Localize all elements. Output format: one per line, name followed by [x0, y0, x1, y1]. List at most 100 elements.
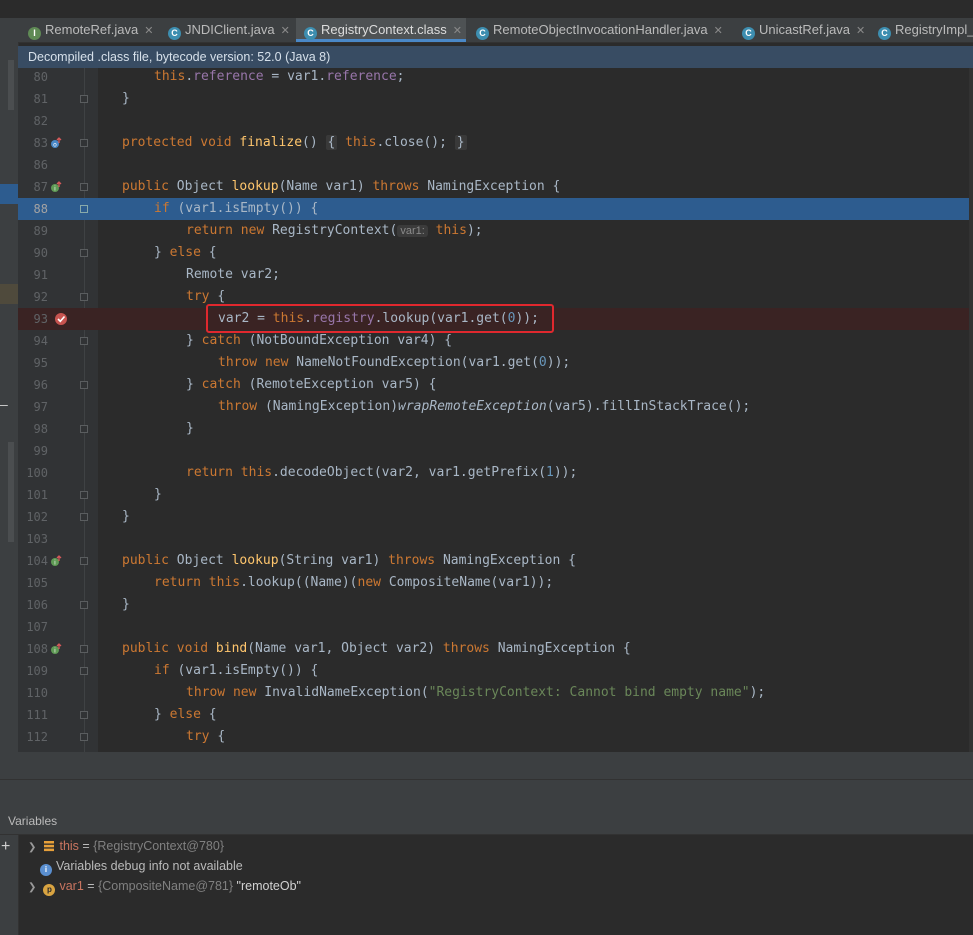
- line-number: 87: [33, 180, 48, 194]
- fold-icon[interactable]: [80, 139, 88, 147]
- parameter-hint: var1:: [397, 225, 428, 237]
- code-line[interactable]: 96 } catch (RemoteException var5) {: [18, 374, 973, 396]
- code-line[interactable]: 108 i public void bind(Name var1, Object…: [18, 638, 973, 660]
- fold-icon[interactable]: [80, 601, 88, 609]
- folded-region[interactable]: }: [454, 135, 467, 150]
- code-line[interactable]: 110 throw new InvalidNameException("Regi…: [18, 682, 973, 704]
- close-icon[interactable]: ✕: [453, 25, 462, 37]
- code-line[interactable]: 107: [18, 616, 973, 638]
- line-number: 86: [33, 158, 48, 172]
- code-token: InvalidNameException(: [264, 685, 429, 700]
- code-line[interactable]: 112 try {: [18, 726, 973, 748]
- tab-remoteref[interactable]: I RemoteRef.java ✕: [20, 18, 160, 42]
- code-token: Remote var2;: [186, 267, 280, 282]
- fold-icon[interactable]: [80, 711, 88, 719]
- expand-arrow-icon[interactable]: ❯: [28, 838, 40, 858]
- class-icon: C: [168, 27, 181, 40]
- code-token: new: [357, 575, 389, 590]
- fold-icon[interactable]: [80, 645, 88, 653]
- fold-icon[interactable]: [80, 249, 88, 257]
- fold-icon[interactable]: [80, 337, 88, 345]
- code-line[interactable]: 95 throw new NameNotFoundException(var1.…: [18, 352, 973, 374]
- code-token: public: [122, 553, 177, 568]
- line-number: 97: [33, 400, 48, 414]
- fold-icon[interactable]: [80, 667, 88, 675]
- close-icon[interactable]: ✕: [714, 25, 723, 37]
- line-number: 80: [33, 70, 48, 84]
- code-line[interactable]: 80 this.reference = var1.reference;: [18, 68, 973, 88]
- fold-icon[interactable]: [80, 205, 88, 213]
- code-token: else: [169, 245, 209, 260]
- code-line[interactable]: 83 o protected void finalize() { this.cl…: [18, 132, 973, 154]
- code-token: = var1.: [263, 69, 327, 84]
- expand-arrow-icon[interactable]: ❯: [28, 878, 40, 898]
- variables-header: Variables: [0, 806, 973, 835]
- collapse-icon[interactable]: –: [0, 396, 8, 412]
- tab-registrycontext[interactable]: C RegistryContext.class ✕: [296, 18, 466, 42]
- fold-icon[interactable]: [80, 425, 88, 433]
- info-text: Decompiled .class file, bytecode version…: [28, 50, 331, 64]
- close-icon[interactable]: ✕: [144, 25, 153, 37]
- tab-registryimpl[interactable]: C RegistryImpl_: [870, 18, 973, 42]
- class-icon: C: [476, 27, 489, 40]
- implements-method-icon[interactable]: i: [50, 643, 62, 655]
- code-line[interactable]: 106 }: [18, 594, 973, 616]
- fold-icon[interactable]: [80, 513, 88, 521]
- code-line[interactable]: 109 if (var1.isEmpty()) {: [18, 660, 973, 682]
- tab-jndiclient[interactable]: C JNDIClient.java ✕: [160, 18, 296, 42]
- override-method-icon[interactable]: o: [50, 137, 62, 149]
- code-token: }: [186, 333, 202, 348]
- code-token: .decodeObject(var2, var1.getPrefix(: [272, 465, 547, 480]
- close-icon[interactable]: ✕: [281, 25, 290, 37]
- close-icon[interactable]: ✕: [856, 25, 865, 37]
- code-line[interactable]: 82: [18, 110, 973, 132]
- fold-icon[interactable]: [80, 293, 88, 301]
- code-line[interactable]: 105 return this.lookup((Name)(new Compos…: [18, 572, 973, 594]
- code-line[interactable]: 102 }: [18, 506, 973, 528]
- implements-method-icon[interactable]: i: [50, 555, 62, 567]
- line-number: 104: [26, 554, 48, 568]
- code-line[interactable]: 94 } catch (NotBoundException var4) {: [18, 330, 973, 352]
- tab-unicastref[interactable]: C UnicastRef.java ✕: [734, 18, 870, 42]
- code-token: finalize: [239, 135, 303, 150]
- code-line[interactable]: 91 Remote var2;: [18, 264, 973, 286]
- fold-icon[interactable]: [80, 557, 88, 565]
- code-token: (): [302, 135, 326, 150]
- code-line[interactable]: 99: [18, 440, 973, 462]
- code-line[interactable]: 103: [18, 528, 973, 550]
- tab-remoteobjectinvocationhandler[interactable]: C RemoteObjectInvocationHandler.java ✕: [468, 18, 732, 42]
- code-line[interactable]: 89 return new RegistryContext(var1: this…: [18, 220, 973, 242]
- fold-icon[interactable]: [80, 381, 88, 389]
- code-line[interactable]: 87 i public Object lookup(Name var1) thr…: [18, 176, 973, 198]
- line-number: 105: [26, 576, 48, 590]
- add-watch-icon[interactable]: +: [1, 838, 10, 856]
- variable-row-this[interactable]: ❯ this = {RegistryContext@780}: [28, 836, 224, 856]
- code-line[interactable]: 111 } else {: [18, 704, 973, 726]
- code-line[interactable]: 81 }: [18, 88, 973, 110]
- scroll-thumb[interactable]: [8, 60, 14, 110]
- breakpoint-icon[interactable]: [54, 312, 68, 326]
- fold-icon[interactable]: [80, 491, 88, 499]
- code-token: NamingException {: [427, 179, 561, 194]
- debug-frames-bar: [0, 780, 973, 807]
- code-token: return new: [186, 223, 273, 238]
- variable-row-var1[interactable]: ❯ p var1 = {CompositeName@781} "remoteOb": [28, 876, 301, 896]
- field-icon: [43, 840, 55, 852]
- fold-icon[interactable]: [80, 95, 88, 103]
- code-line[interactable]: 86: [18, 154, 973, 176]
- code-line[interactable]: 100 return this.decodeObject(var2, var1.…: [18, 462, 973, 484]
- folded-region[interactable]: {: [325, 135, 338, 150]
- code-line[interactable]: 98 }: [18, 418, 973, 440]
- code-editor[interactable]: 80 this.reference = var1.reference; 81 }…: [18, 68, 973, 752]
- fold-icon[interactable]: [80, 183, 88, 191]
- implements-method-icon[interactable]: i: [50, 181, 62, 193]
- code-line[interactable]: 90 } else {: [18, 242, 973, 264]
- code-line[interactable]: 104 i public Object lookup(String var1) …: [18, 550, 973, 572]
- editor-scrollbar[interactable]: [969, 68, 973, 752]
- current-execution-line[interactable]: 88 if (var1.isEmpty()) {: [18, 198, 973, 220]
- fold-icon[interactable]: [80, 733, 88, 741]
- code-line[interactable]: 97 throw (NamingException)wrapRemoteExce…: [18, 396, 973, 418]
- code-line[interactable]: 101 }: [18, 484, 973, 506]
- scroll-thumb[interactable]: [8, 442, 14, 542]
- code-token: ));: [553, 465, 578, 480]
